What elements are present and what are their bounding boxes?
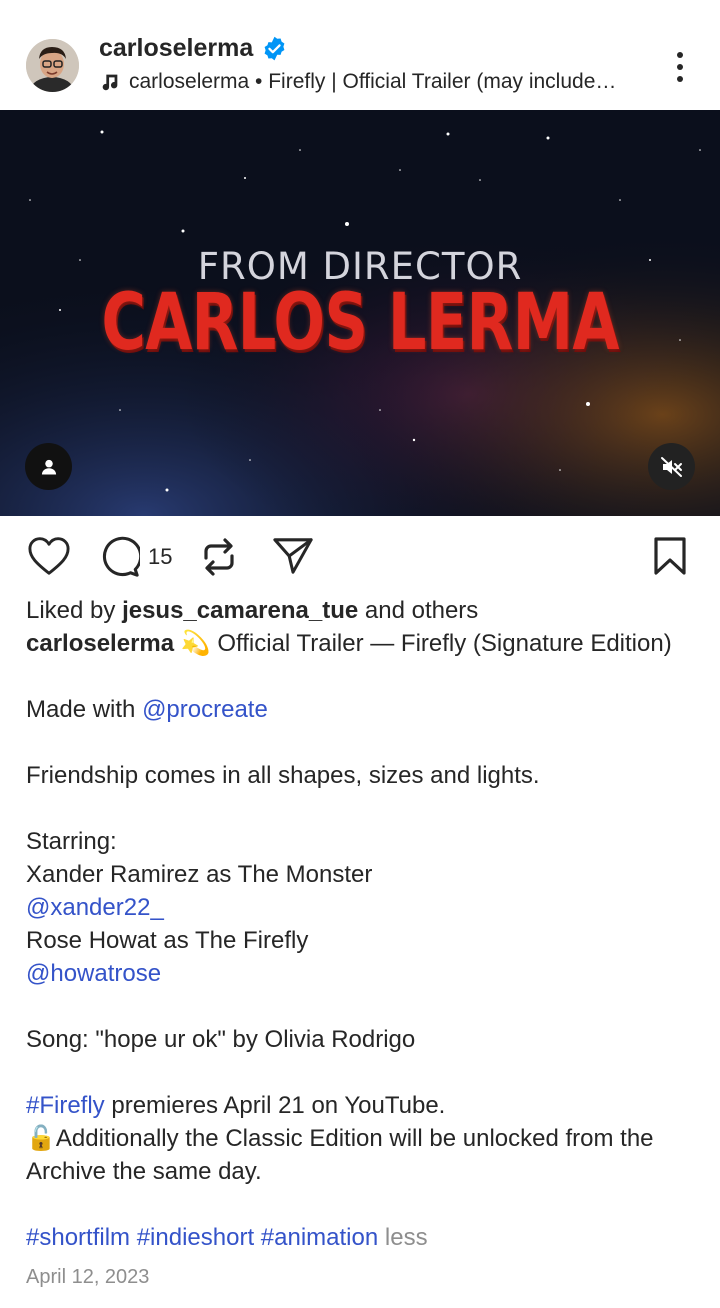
post-actions-bar: 15 [0, 516, 720, 596]
save-bookmark-icon[interactable] [653, 536, 687, 576]
liked-by-user[interactable]: jesus_camarena_tue [122, 597, 358, 624]
caption-text: Song: "hope ur ok" by Olivia Rodrigo [26, 1026, 416, 1053]
post-date: April 12, 2023 [26, 1266, 150, 1288]
video-player[interactable]: FROM DIRECTOR CARLOS LERMA [0, 110, 720, 516]
avatar[interactable] [26, 39, 79, 92]
tagged-users-button[interactable] [25, 443, 72, 490]
mention-howatrose[interactable]: @howatrose [26, 957, 706, 990]
caption-text: Starring: [26, 828, 117, 855]
speaker-muted-icon [660, 456, 682, 477]
caption-text: 🔓Additionally the Classic Edition will b… [26, 1125, 654, 1185]
hashtag-animation[interactable]: #animation [261, 1224, 378, 1251]
hashtag-firefly[interactable]: #Firefly [26, 1092, 105, 1119]
share-send-icon[interactable] [272, 536, 314, 576]
caption-author[interactable]: carloselerma [26, 630, 174, 657]
post-username[interactable]: carloselerma [99, 34, 288, 63]
comment-icon[interactable] [98, 536, 140, 578]
post-header: carloselerma carloselerma • Firefly | Of… [0, 0, 720, 110]
audio-text: carloselerma • Firefly | Official Traile… [129, 70, 617, 93]
video-title-line2: CARLOS LERMA [101, 278, 619, 368]
hashtags-line: #shortfilm #indieshort #animation less [26, 1221, 706, 1254]
person-icon [41, 459, 56, 474]
like-heart-icon[interactable] [27, 536, 71, 576]
mute-toggle-button[interactable] [648, 443, 695, 490]
verified-badge-icon [264, 36, 285, 61]
hashtag-indieshort[interactable]: #indieshort [137, 1224, 254, 1251]
mention-xander[interactable]: @xander22_ [26, 891, 706, 924]
username-text[interactable]: carloselerma [99, 34, 253, 63]
caption-title-line: carloselerma 💫 Official Trailer — Firefl… [26, 630, 672, 657]
premiere-line: #Firefly premieres April 21 on YouTube. [26, 1092, 446, 1119]
post-caption: Liked by jesus_camarena_tue and others c… [26, 594, 706, 1254]
made-with-line: Made with @procreate [26, 696, 268, 723]
comment-count: 15 [148, 544, 173, 569]
music-note-icon [102, 74, 118, 91]
caption-text: Rose Howat as The Firefly [26, 927, 309, 954]
hashtag-shortfilm[interactable]: #shortfilm [26, 1224, 130, 1251]
caption-text: Friendship comes in all shapes, sizes an… [26, 762, 540, 789]
less-button[interactable]: less [385, 1224, 428, 1251]
caption-text: Xander Ramirez as The Monster [26, 861, 373, 888]
mention-procreate[interactable]: @procreate [142, 696, 268, 723]
more-options-icon[interactable] [666, 48, 694, 86]
likes-line: Liked by jesus_camarena_tue and others [26, 597, 479, 624]
audio-link[interactable]: carloselerma • Firefly | Official Traile… [99, 70, 616, 94]
repost-icon[interactable] [200, 536, 238, 578]
